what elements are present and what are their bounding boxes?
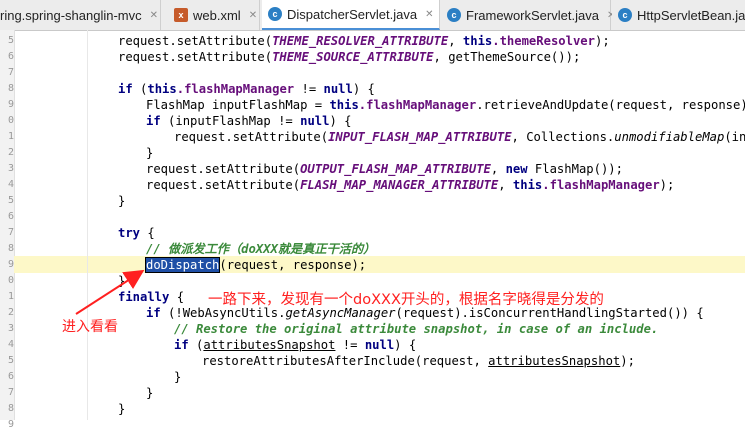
code-line[interactable]: if (attributesSnapshot != null) { [174, 337, 416, 353]
editor-tab-bar: ring.spring-shanglin-mvc ✕ x web.xml ✕ c… [0, 0, 745, 31]
code-line[interactable]: request.setAttribute(OUTPUT_FLASH_MAP_AT… [146, 161, 623, 177]
code-line[interactable]: } [118, 193, 125, 209]
line-number: 8 [7, 243, 14, 254]
tab-label: web.xml [193, 7, 241, 23]
code-line[interactable]: restoreAttributesAfterInclude(request, a… [202, 353, 635, 369]
line-number: 7 [7, 67, 14, 78]
close-icon[interactable]: ✕ [150, 10, 158, 21]
line-number: 7 [7, 227, 14, 238]
line-number: 6 [7, 371, 14, 382]
current-line-highlight [14, 256, 745, 273]
code-line[interactable]: } [174, 369, 181, 385]
tab-label: ring.spring-shanglin-mvc [0, 7, 142, 23]
tab-web-xml[interactable]: x web.xml ✕ [168, 0, 260, 30]
code-line[interactable]: try { [118, 225, 155, 241]
line-number: 7 [7, 387, 14, 398]
tab-frameworkservlet[interactable]: c FrameworkServlet.java ✕ [441, 0, 615, 30]
annotation-enter: 进入看看 [62, 319, 118, 335]
close-icon[interactable]: ✕ [249, 10, 257, 21]
code-line[interactable]: } [146, 385, 153, 401]
line-number: 2 [7, 307, 14, 318]
line-number: 9 [7, 419, 14, 430]
tab-label: DispatcherServlet.java [287, 6, 418, 22]
tab-label: FrameworkServlet.java [466, 7, 599, 23]
line-number: 3 [7, 163, 14, 174]
line-number: 8 [7, 83, 14, 94]
code-comment[interactable]: // Restore the original attribute snapsh… [174, 321, 658, 337]
line-number: 5 [7, 35, 14, 46]
selected-identifier[interactable]: doDispatch [144, 257, 221, 273]
line-number: 5 [7, 195, 14, 206]
line-number: 9 [7, 99, 14, 110]
class-icon: c [618, 8, 632, 22]
line-number: 6 [7, 211, 14, 222]
code-line[interactable]: finally { [118, 289, 184, 305]
tab-label: HttpServletBean.ja [637, 7, 745, 23]
line-number: 1 [7, 291, 14, 302]
annotation-main: 一路下来，发现有一个doXXX开头的，根据名字晓得是分发的 [208, 292, 604, 308]
line-number: 1 [7, 131, 14, 142]
code-editor[interactable]: request.setAttribute(THEME_RESOLVER_ATTR… [0, 0, 745, 420]
code-line[interactable]: request.setAttribute(FLASH_MAP_MANAGER_A… [146, 177, 674, 193]
code-line[interactable]: request.setAttribute(THEME_SOURCE_ATTRIB… [118, 49, 580, 65]
code-line[interactable]: FlashMap inputFlashMap = this.flashMapMa… [146, 97, 745, 113]
line-number: 2 [7, 147, 14, 158]
line-number: 8 [7, 403, 14, 414]
code-line[interactable]: } [118, 273, 125, 289]
tab-httpservletbean[interactable]: c HttpServletBean.ja [612, 0, 745, 30]
line-number: 6 [7, 51, 14, 62]
code-line[interactable]: request.setAttribute(THEME_RESOLVER_ATTR… [118, 33, 610, 49]
line-number: 4 [7, 339, 14, 350]
close-icon[interactable]: ✕ [425, 9, 433, 20]
line-number: 3 [7, 323, 14, 334]
code-line-current[interactable]: doDispatch(request, response); [144, 257, 366, 273]
line-number: 0 [7, 115, 14, 126]
code-line[interactable]: } [118, 401, 125, 417]
class-icon: c [268, 7, 282, 21]
class-icon: c [447, 8, 461, 22]
code-line[interactable]: if (inputFlashMap != null) { [146, 113, 351, 129]
code-comment[interactable]: // 做派发工作（doXXX就是真正干活的） [146, 241, 375, 257]
tab-dispatcherservlet[interactable]: c DispatcherServlet.java ✕ [262, 0, 440, 30]
tab-project-module[interactable]: ring.spring-shanglin-mvc ✕ [0, 0, 161, 30]
line-number: 5 [7, 355, 14, 366]
xml-file-icon: x [174, 8, 188, 22]
indent-guide [87, 30, 88, 420]
code-line[interactable]: } [146, 145, 153, 161]
line-number: 0 [7, 275, 14, 286]
code-line[interactable]: if (this.flashMapManager != null) { [118, 81, 375, 97]
code-line[interactable]: request.setAttribute(INPUT_FLASH_MAP_ATT… [174, 129, 745, 145]
line-number: 9 [7, 259, 14, 270]
line-number: 4 [7, 179, 14, 190]
